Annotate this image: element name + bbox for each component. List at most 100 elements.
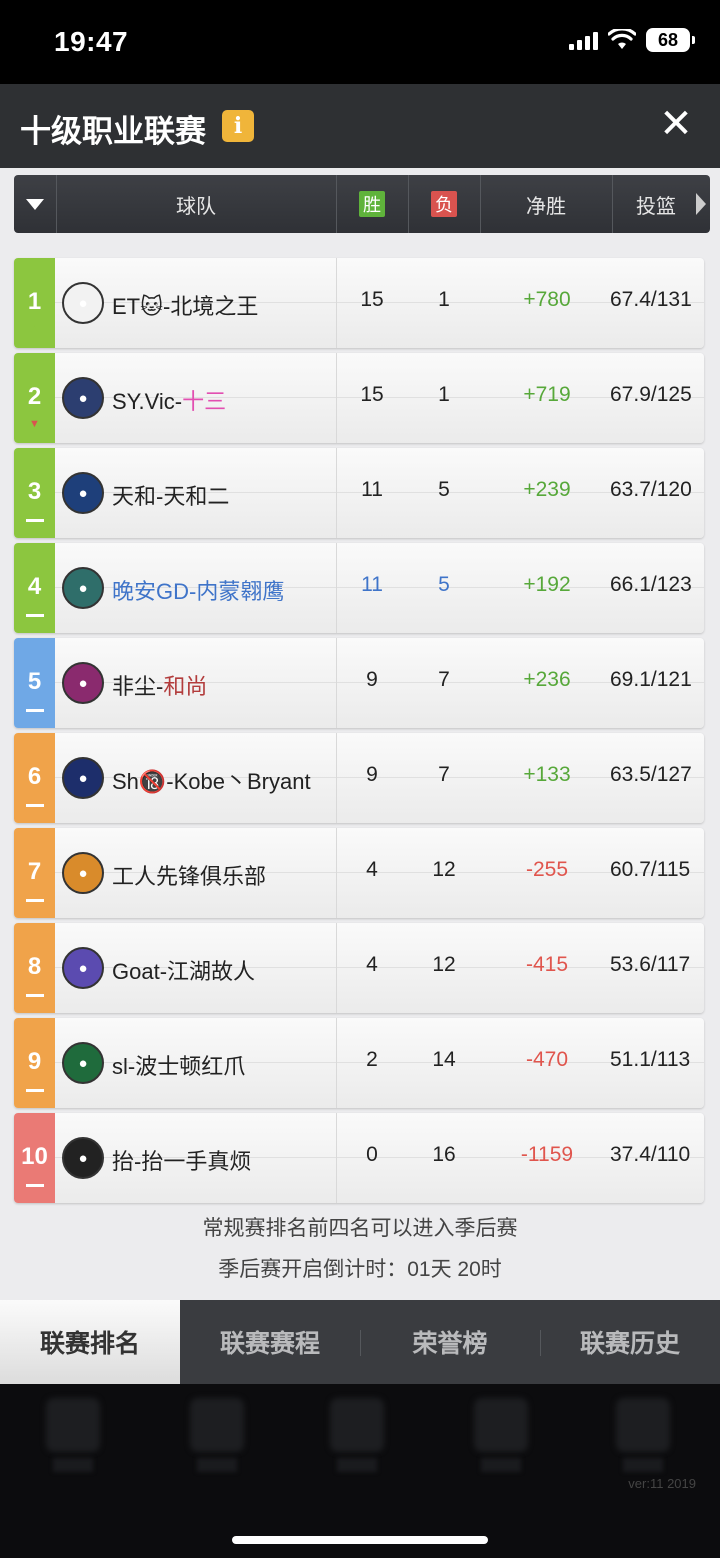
team-name[interactable]: 非尘-和尚 [112, 669, 207, 701]
losses-value: 7 [438, 668, 450, 691]
rank-trend-icon [14, 893, 55, 905]
rank-trend-icon [14, 1083, 55, 1095]
team-name-prefix: ET🐱-北境之王 [112, 294, 259, 319]
bottom-nav-blurred: ver:11 2019 [0, 1384, 720, 1558]
rank-number: 4 [27, 573, 42, 600]
tab-league-schedule[interactable]: 联赛赛程 [180, 1300, 360, 1384]
cellular-signal-icon [569, 30, 598, 50]
team-logo-icon: ● [62, 567, 104, 609]
team-logo-icon: ● [62, 852, 104, 894]
team-name[interactable]: Goat-江湖故人 [112, 954, 255, 986]
wins-value: 9 [366, 763, 378, 786]
column-net[interactable]: 净胜 [480, 175, 612, 233]
rank-badge: 7 [14, 828, 55, 918]
team-name-prefix: 晚安GD-内蒙翱鹰 [112, 579, 285, 604]
home-indicator [232, 1536, 488, 1544]
column-loss[interactable]: 负 [408, 175, 480, 233]
wins-value: 0 [366, 1143, 378, 1166]
rank-trend-icon [14, 608, 55, 620]
wifi-icon [608, 29, 636, 49]
status-bar: 19:47 68 [0, 0, 720, 84]
team-name[interactable]: 天和-天和二 [112, 479, 229, 511]
column-team[interactable]: 球队 [56, 175, 336, 233]
team-logo-icon: ● [62, 757, 104, 799]
rank-badge: 2 ▼ [14, 353, 55, 443]
rank-badge: 6 [14, 733, 55, 823]
team-name[interactable]: 抬-抬一手真烦 [112, 1144, 251, 1176]
team-name-prefix: SY.Vic- [112, 389, 183, 414]
playoff-countdown: 季后赛开启倒计时：01天 20时 [218, 1258, 502, 1281]
team-name-prefix: 非尘- [112, 674, 164, 699]
scroll-right-icon[interactable] [696, 193, 706, 215]
team-row[interactable]: 3 ● 天和-天和二 11 5 +239 63.7/120 [14, 448, 704, 538]
sort-dropdown-icon[interactable] [14, 175, 56, 233]
team-name-suffix: 和尚 [163, 674, 208, 699]
rank-number: 8 [27, 953, 42, 980]
rank-number: 9 [27, 1048, 42, 1075]
team-logo-icon: ● [62, 662, 104, 704]
wins-value: 11 [361, 478, 383, 501]
team-row[interactable]: 2 ▼ ● SY.Vic-十三 15 1 +719 67.9/125 [14, 353, 704, 443]
losses-value: 12 [432, 953, 456, 976]
tab-league-history[interactable]: 联赛历史 [540, 1300, 720, 1384]
team-name-prefix: Sh🔞-Kobe丶Bryant [112, 769, 311, 794]
loss-label: 负 [431, 191, 457, 217]
team-name[interactable]: sl-波士顿红爪 [112, 1049, 245, 1081]
team-name[interactable]: SY.Vic-十三 [112, 384, 226, 416]
shot-value: 67.9/125 [610, 383, 692, 406]
team-row[interactable]: 9 ● sl-波士顿红爪 2 14 -470 51.1/113 [14, 1018, 704, 1108]
tab-honor-roll[interactable]: 荣誉榜 [360, 1300, 540, 1384]
losses-value: 5 [438, 478, 450, 501]
rank-trend-icon: ▼ [29, 418, 40, 430]
team-name[interactable]: ET🐱-北境之王 [112, 289, 258, 321]
net-value: -1159 [520, 1143, 574, 1166]
team-row[interactable]: 1 ▲ ● ET🐱-北境之王 15 1 +780 67.4/131 [14, 258, 704, 348]
info-icon[interactable]: i [222, 110, 254, 142]
net-value: +780 [523, 288, 571, 311]
page-title: 十级职业联赛 [20, 114, 206, 149]
column-header: 球队 胜 负 净胜 投篮 [14, 175, 710, 233]
wins-value: 11 [361, 573, 383, 596]
tab-league-ranking[interactable]: 联赛排名 [0, 1300, 180, 1384]
column-shot[interactable]: 投篮 [612, 175, 700, 233]
team-name-prefix: 工人先锋俱乐部 [112, 864, 267, 889]
team-name-prefix: sl-波士顿红爪 [112, 1054, 246, 1079]
team-row[interactable]: 10 ● 抬-抬一手真烦 0 16 -1159 37.4/110 [14, 1113, 704, 1203]
rank-number: 6 [27, 763, 42, 790]
close-button[interactable]: ✕ [658, 104, 694, 144]
rank-badge: 5 [14, 638, 55, 728]
net-value: -415 [525, 953, 569, 976]
team-name[interactable]: Sh🔞-Kobe丶Bryant [112, 764, 311, 796]
team-name-prefix: Goat-江湖故人 [112, 959, 256, 984]
team-row[interactable]: 8 ● Goat-江湖故人 4 12 -415 53.6/117 [14, 923, 704, 1013]
team-logo-icon: ● [62, 1042, 104, 1084]
net-value: +239 [523, 478, 571, 501]
shot-value: 37.4/110 [610, 1143, 691, 1166]
team-row[interactable]: 7 ● 工人先锋俱乐部 4 12 -255 60.7/115 [14, 828, 704, 918]
team-name[interactable]: 工人先锋俱乐部 [112, 859, 266, 891]
rank-badge: 4 [14, 543, 55, 633]
rank-number: 1 [27, 288, 42, 315]
rank-trend-icon [14, 1178, 55, 1190]
net-value: -470 [525, 1048, 569, 1071]
net-value: -255 [525, 858, 569, 881]
wins-value: 15 [360, 288, 384, 311]
team-row[interactable]: 4 ● 晚安GD-内蒙翱鹰 11 5 +192 66.1/123 [14, 543, 704, 633]
team-name[interactable]: 晚安GD-内蒙翱鹰 [112, 574, 284, 606]
wins-value: 4 [366, 858, 378, 881]
version-label: ver:11 2019 [628, 1476, 696, 1491]
shot-value: 63.7/120 [610, 478, 692, 501]
status-icons: 68 [569, 28, 695, 52]
battery-icon: 68 [646, 28, 695, 52]
team-row[interactable]: 5 ● 非尘-和尚 9 7 +236 69.1/121 [14, 638, 704, 728]
rank-number: 10 [21, 1143, 48, 1170]
team-logo-icon: ● [62, 947, 104, 989]
rank-trend-icon: ▲ [29, 323, 40, 335]
column-win[interactable]: 胜 [336, 175, 408, 233]
shot-value: 60.7/115 [610, 858, 691, 881]
team-logo-icon: ● [62, 1137, 104, 1179]
status-time: 19:47 [54, 26, 129, 57]
team-row[interactable]: 6 ● Sh🔞-Kobe丶Bryant 9 7 +133 63.5/127 [14, 733, 704, 823]
rank-trend-icon [14, 703, 55, 715]
shot-value: 69.1/121 [610, 668, 692, 691]
